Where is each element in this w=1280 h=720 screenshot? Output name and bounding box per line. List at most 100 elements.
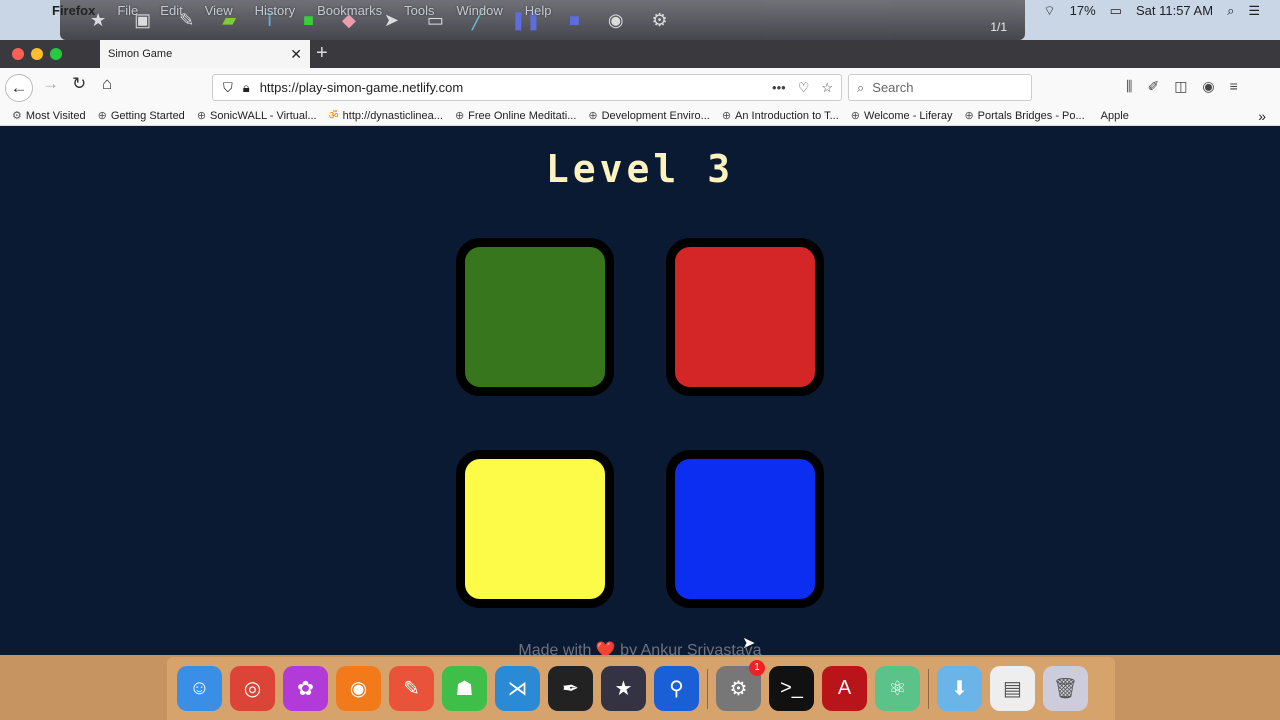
bookmark-label: Portals Bridges - Po...: [977, 110, 1085, 122]
more-icon[interactable]: •••: [772, 80, 786, 96]
bookmark-star-icon[interactable]: ☆: [821, 80, 833, 96]
menu-window[interactable]: Window: [457, 3, 503, 18]
app-menu: Firefox File Edit View History Bookmarks…: [52, 3, 552, 18]
bookmark-sonicwall[interactable]: ⊕ SonicWALL - Virtual...: [197, 109, 317, 122]
library-icon[interactable]: ⫼: [1126, 78, 1132, 95]
dock-bar: ☺ ◎ ✿ ◉ ✎ ☗ ⋊ ✒ ★ ⚲ ⚙ 1 >_ A ⚛ ⬇ ▤ 🗑︎: [167, 657, 1115, 720]
stop-icon[interactable]: ■: [569, 10, 580, 31]
dock-app-tortoise[interactable]: ☗: [442, 666, 487, 711]
close-window-button[interactable]: [12, 48, 24, 60]
window-controls: [12, 48, 62, 60]
bookmark-getting-started[interactable]: ⊕ Getting Started: [98, 109, 185, 122]
dock-app-trash[interactable]: 🗑︎: [1043, 666, 1088, 711]
url-text[interactable]: https://play-simon-game.netlify.com: [260, 80, 464, 95]
dock-app-vscode[interactable]: ⋊: [495, 666, 540, 711]
reload-button[interactable]: ↻: [72, 74, 86, 94]
bookmark-development[interactable]: ⊕ Development Enviro...: [588, 109, 709, 122]
bookmark-label: SonicWALL - Virtual...: [210, 110, 317, 122]
menu-firefox[interactable]: Firefox: [52, 3, 95, 18]
url-bar[interactable]: ⛉ 🔒︎ https://play-simon-game.netlify.com…: [212, 74, 842, 101]
trash-icon: 🗑︎: [1052, 678, 1079, 700]
menu-file[interactable]: File: [117, 3, 138, 18]
gear-icon[interactable]: ⚙: [652, 10, 668, 31]
firefox-icon: ◉: [349, 678, 368, 700]
bookmark-dynasticlinea[interactable]: ॐ http://dynasticlinea...: [329, 108, 443, 123]
home-button[interactable]: ⌂: [102, 74, 112, 94]
green-button[interactable]: [456, 238, 614, 396]
dock-app-starred[interactable]: ★: [601, 666, 646, 711]
finder-icon: ☺: [189, 677, 210, 699]
bookmark-liferay[interactable]: ⊕ Welcome - Liferay: [851, 109, 953, 122]
clock[interactable]: Sat 11:57 AM: [1136, 3, 1213, 19]
menu-help[interactable]: Help: [525, 3, 552, 18]
close-tab-icon[interactable]: ✕: [290, 46, 302, 63]
atom-icon: ⚛: [888, 678, 907, 700]
bookmark-label: http://dynasticlinea...: [342, 110, 443, 122]
notification-center-icon[interactable]: ☰: [1248, 3, 1260, 19]
forward-button[interactable]: →: [42, 74, 59, 94]
quill-icon: ✒: [562, 678, 579, 700]
bookmark-label: An Introduction to T...: [735, 110, 839, 122]
postman-icon: ✎: [403, 678, 420, 700]
dock-app-acrobat[interactable]: A: [822, 666, 867, 711]
simon-game-page: Level 3 ➤ Made with ❤️ by Ankur Srivasta…: [0, 127, 1280, 659]
hamburger-menu-icon[interactable]: ≡: [1230, 78, 1238, 95]
chrome-icon: ◎: [243, 678, 262, 700]
dock-separator: [928, 668, 929, 709]
menu-history[interactable]: History: [255, 3, 295, 18]
globe-icon: ⊕: [588, 110, 598, 122]
bookmark-label: Most Visited: [25, 110, 86, 122]
bookmark-portals-bridges[interactable]: ⊕ Portals Bridges - Po...: [964, 109, 1084, 122]
menu-edit[interactable]: Edit: [160, 3, 182, 18]
zoom-window-button[interactable]: [50, 48, 62, 60]
pocket-icon[interactable]: ♡: [798, 80, 810, 96]
account-icon[interactable]: ◉: [1202, 78, 1214, 95]
sidebar-icon[interactable]: ◫: [1174, 78, 1187, 95]
spotlight-icon[interactable]: ⌕: [1227, 3, 1234, 19]
tab-strip: Simon Game ✕ +: [0, 40, 1280, 68]
chevron-right-icon[interactable]: »: [1258, 108, 1266, 124]
status-area: ⌔ 17% ▭ Sat 11:57 AM ⌕ ☰: [1043, 3, 1260, 19]
new-tab-icon[interactable]: +: [316, 42, 328, 65]
dock-app-sourcetree[interactable]: ⚲: [654, 666, 699, 711]
dock-app-firefox[interactable]: ◉: [336, 666, 381, 711]
downloads-icon: ⬇: [951, 678, 968, 700]
dock-app-postman[interactable]: ✎: [389, 666, 434, 711]
dock-app-quill[interactable]: ✒: [548, 666, 593, 711]
dock-app-system-preferences[interactable]: ⚙ 1: [716, 660, 765, 711]
tortoise-icon: ☗: [455, 678, 474, 700]
lock-icon[interactable]: 🔒︎: [243, 80, 250, 96]
dock-app-chrome[interactable]: ◎: [230, 666, 275, 711]
bookmark-apple[interactable]: Apple: [1097, 110, 1129, 122]
menu-view[interactable]: View: [205, 3, 233, 18]
menu-tools[interactable]: Tools: [404, 3, 434, 18]
bookmark-label: Welcome - Liferay: [864, 110, 953, 122]
eyedropper-icon[interactable]: ✐: [1147, 78, 1159, 95]
dock-app-terminal[interactable]: >_: [769, 666, 814, 711]
page-count: 1/1: [990, 20, 1007, 34]
blue-button[interactable]: [666, 450, 824, 608]
bookmark-introduction[interactable]: ⊕ An Introduction to T...: [722, 109, 839, 122]
dock-app-flower[interactable]: ✿: [283, 666, 328, 711]
bookmark-label: Free Online Meditati...: [468, 110, 577, 122]
starred-icon: ★: [614, 678, 633, 700]
dock-app-atom[interactable]: ⚛: [875, 666, 920, 711]
menu-bookmarks[interactable]: Bookmarks: [317, 3, 382, 18]
bookmark-meditation[interactable]: ⊕ Free Online Meditati...: [455, 109, 576, 122]
tab-simon-game[interactable]: Simon Game ✕: [100, 40, 310, 68]
shield-icon[interactable]: ⛉: [223, 80, 233, 96]
yellow-button[interactable]: [456, 450, 614, 608]
dock-app-downloads[interactable]: ⬇: [937, 666, 982, 711]
dock-app-finder[interactable]: ☺: [177, 666, 222, 711]
battery-percent: 17%: [1069, 3, 1096, 18]
dock-app-preview[interactable]: ▤: [990, 666, 1035, 711]
wifi-icon[interactable]: ⌔: [1043, 3, 1055, 19]
red-button[interactable]: [666, 238, 824, 396]
battery-icon[interactable]: ▭: [1110, 3, 1122, 19]
om-icon: ॐ: [328, 110, 339, 122]
search-input[interactable]: ⌕ Search: [848, 74, 1032, 101]
bookmark-most-visited[interactable]: ⚙ Most Visited: [12, 109, 86, 122]
webcam-icon[interactable]: ◉: [608, 10, 624, 31]
minimize-window-button[interactable]: [31, 48, 43, 60]
back-button[interactable]: ←: [5, 74, 33, 102]
